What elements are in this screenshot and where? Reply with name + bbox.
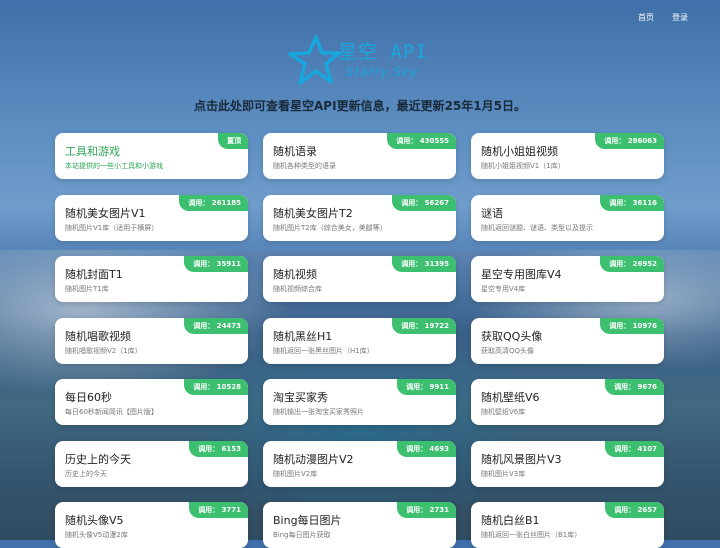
api-card-desc: 随机输出一张淘宝买家秀照片: [273, 408, 364, 416]
call-count-badge: 调用： 10528: [184, 379, 248, 395]
call-count-badge: 调用： 10976: [600, 317, 664, 334]
api-card[interactable]: 随机头像V5 随机头像V5动漫2库 调用： 3771: [55, 502, 248, 548]
api-card-title: 淘宝买家秀: [273, 391, 328, 404]
api-card-title: 工具和游戏: [65, 145, 120, 158]
logo-en-text: Starry Sky: [346, 65, 419, 79]
api-card-desc: 获取高清QQ头像: [481, 346, 535, 355]
api-card-desc: 随机唱歌视频V2（1库）: [65, 346, 142, 355]
call-count-badge: 调用： 9676: [605, 379, 664, 395]
api-card-desc: 随机头像V5动漫2库: [65, 531, 128, 539]
api-card-title: 随机头像V5: [65, 514, 124, 527]
api-card-desc: 随机图片T1库: [65, 285, 109, 293]
call-count-badge: 调用： 9911: [397, 379, 456, 395]
call-count-badge: 调用： 3771: [189, 502, 248, 518]
api-card-title: 随机小姐姐视频: [481, 145, 558, 158]
api-card-title: 星空专用图库V4: [481, 268, 562, 281]
api-card[interactable]: 随机小姐姐视频随机小姐姐视频V1（1库） 调用： 286063: [471, 133, 664, 179]
nav-login-link[interactable]: 登录: [672, 12, 688, 23]
api-card-title: 随机壁纸V6: [481, 391, 540, 404]
api-card[interactable]: 谜语随机返回谜题、谜语、类型以及提示 调用： 36116: [471, 194, 664, 241]
call-count-badge: 调用： 31395: [392, 256, 456, 272]
star-logo-icon: [288, 35, 341, 85]
api-card-desc: 随机返回谜题、谜语、类型以及提示: [481, 223, 593, 232]
api-card[interactable]: Bing每日图片 Bing每日图片获取 调用： 2731: [263, 502, 456, 548]
call-count-badge: 调用： 19722: [392, 317, 456, 334]
api-card-desc: 历史上的今天: [65, 469, 107, 478]
api-card[interactable]: 随机视频随机视频综合库 调用： 31395: [263, 256, 456, 302]
api-card-title: 历史上的今天: [65, 452, 131, 466]
api-card-desc: 星空专用V4库: [481, 285, 526, 293]
api-card-desc: 随机小姐姐视频V1（1库）: [481, 162, 565, 170]
api-card[interactable]: 随机动漫图片V2 随机图片V2库 调用： 4693: [263, 440, 456, 487]
api-card[interactable]: 随机唱歌视频随机唱歌视频V2（1库） 调用： 24473: [55, 317, 248, 364]
api-card[interactable]: 获取QQ头像获取高清QQ头像 调用： 10976: [471, 317, 664, 364]
call-count-badge: 调用： 24473: [184, 317, 248, 334]
api-card-title: 随机唱歌视频: [65, 329, 131, 343]
api-card-title: 随机白丝B1: [481, 514, 540, 527]
call-count-badge: 调用： 4693: [397, 440, 456, 457]
api-card[interactable]: 随机壁纸V6 随机壁纸V6库 调用： 9676: [471, 379, 664, 425]
api-card-title: 随机美女图片T2: [273, 206, 353, 220]
api-card-title: 随机动漫图片V2: [273, 452, 354, 466]
call-count-badge: 调用： 35911: [184, 256, 248, 272]
api-card[interactable]: 随机封面T1 随机图片T1库 调用： 35911: [55, 256, 248, 302]
api-card-desc: 随机图片T2库（综合美女，美腿等）: [273, 223, 387, 232]
api-card-desc: 随机壁纸V6库: [481, 408, 526, 416]
api-card[interactable]: 随机语录随机各种类型的语录 调用： 430555: [263, 133, 456, 179]
api-card[interactable]: 随机白丝B1 随机返回一张白丝图片（B1库） 调用： 2657: [471, 502, 664, 548]
top-nav: 首页 登录: [638, 12, 688, 23]
call-count-badge: 调用： 36116: [600, 194, 664, 211]
api-card-title: 谜语: [481, 206, 503, 220]
api-card[interactable]: 随机黑丝H1 随机返回一张黑丝图片（H1库） 调用： 19722: [263, 317, 456, 364]
api-card-title: 随机视频: [273, 268, 317, 281]
api-card-desc: 本站提供的一些小工具和小游戏: [65, 162, 163, 170]
api-card[interactable]: 淘宝买家秀随机输出一张淘宝买家秀照片 调用： 9911: [263, 379, 456, 425]
api-card[interactable]: 星空专用图库V4 星空专用V4库 调用： 26952: [471, 256, 664, 302]
call-count-badge: 调用： 6153: [189, 440, 248, 457]
api-card[interactable]: 随机美女图片V1 随机图片V1库（适用于横屏） 调用： 261185: [55, 194, 248, 241]
api-card-title: 随机风景图片V3: [481, 452, 562, 466]
api-card[interactable]: 每日60秒每日60秒新闻简讯【图片版】 调用： 10528: [55, 379, 248, 425]
api-card[interactable]: 历史上的今天 历史上的今天 调用： 6153: [55, 440, 248, 487]
api-card[interactable]: 随机风景图片V3 随机图片V3库 调用： 4107: [471, 440, 664, 487]
api-card-desc: 随机返回一张白丝图片（B1库）: [481, 531, 582, 539]
call-count-badge: 调用： 286063: [595, 133, 664, 149]
site-logo[interactable]: 星空 API Starry Sky: [286, 33, 436, 89]
api-card-title: 随机语录: [273, 145, 317, 158]
api-card-title: 获取QQ头像: [481, 329, 543, 343]
call-count-badge: 调用： 2731: [397, 502, 456, 518]
call-count-badge: 调用： 430555: [387, 133, 456, 149]
api-card-title: 每日60秒: [65, 391, 112, 404]
api-card[interactable]: 随机美女图片T2 随机图片T2库（综合美女，美腿等） 调用： 56267: [263, 194, 456, 241]
call-count-badge: 调用： 2657: [605, 502, 664, 518]
api-card-desc: 每日60秒新闻简讯【图片版】: [65, 408, 158, 416]
api-card-title: 随机黑丝H1: [273, 329, 333, 343]
api-card-title: Bing每日图片: [273, 514, 342, 527]
logo-cn-text: 星空 API: [338, 41, 428, 63]
call-count-badge: 调用： 26952: [600, 256, 664, 272]
nav-home-link[interactable]: 首页: [638, 12, 654, 23]
call-count-badge: 置顶: [218, 133, 248, 149]
api-card-desc: 随机图片V1库（适用于横屏）: [65, 223, 159, 232]
api-card-desc: 随机视频综合库: [273, 285, 322, 293]
api-card[interactable]: 工具和游戏本站提供的一些小工具和小游戏 置顶: [55, 133, 248, 179]
api-card-desc: 随机图片V2库: [273, 469, 318, 478]
call-count-badge: 调用： 261185: [179, 194, 248, 211]
api-card-desc: 随机返回一张黑丝图片（H1库）: [273, 346, 374, 355]
api-card-title: 随机美女图片V1: [65, 206, 146, 220]
api-card-desc: 随机图片V3库: [481, 469, 526, 478]
api-card-desc: 随机各种类型的语录: [273, 162, 336, 170]
call-count-badge: 调用： 4107: [605, 440, 664, 457]
call-count-badge: 调用： 56267: [392, 194, 456, 211]
update-notice-link[interactable]: 点击此处即可查看星空API更新信息，最近更新25年1月5日。: [0, 97, 720, 114]
api-card-title: 随机封面T1: [65, 268, 123, 281]
api-card-desc: Bing每日图片获取: [273, 531, 331, 539]
